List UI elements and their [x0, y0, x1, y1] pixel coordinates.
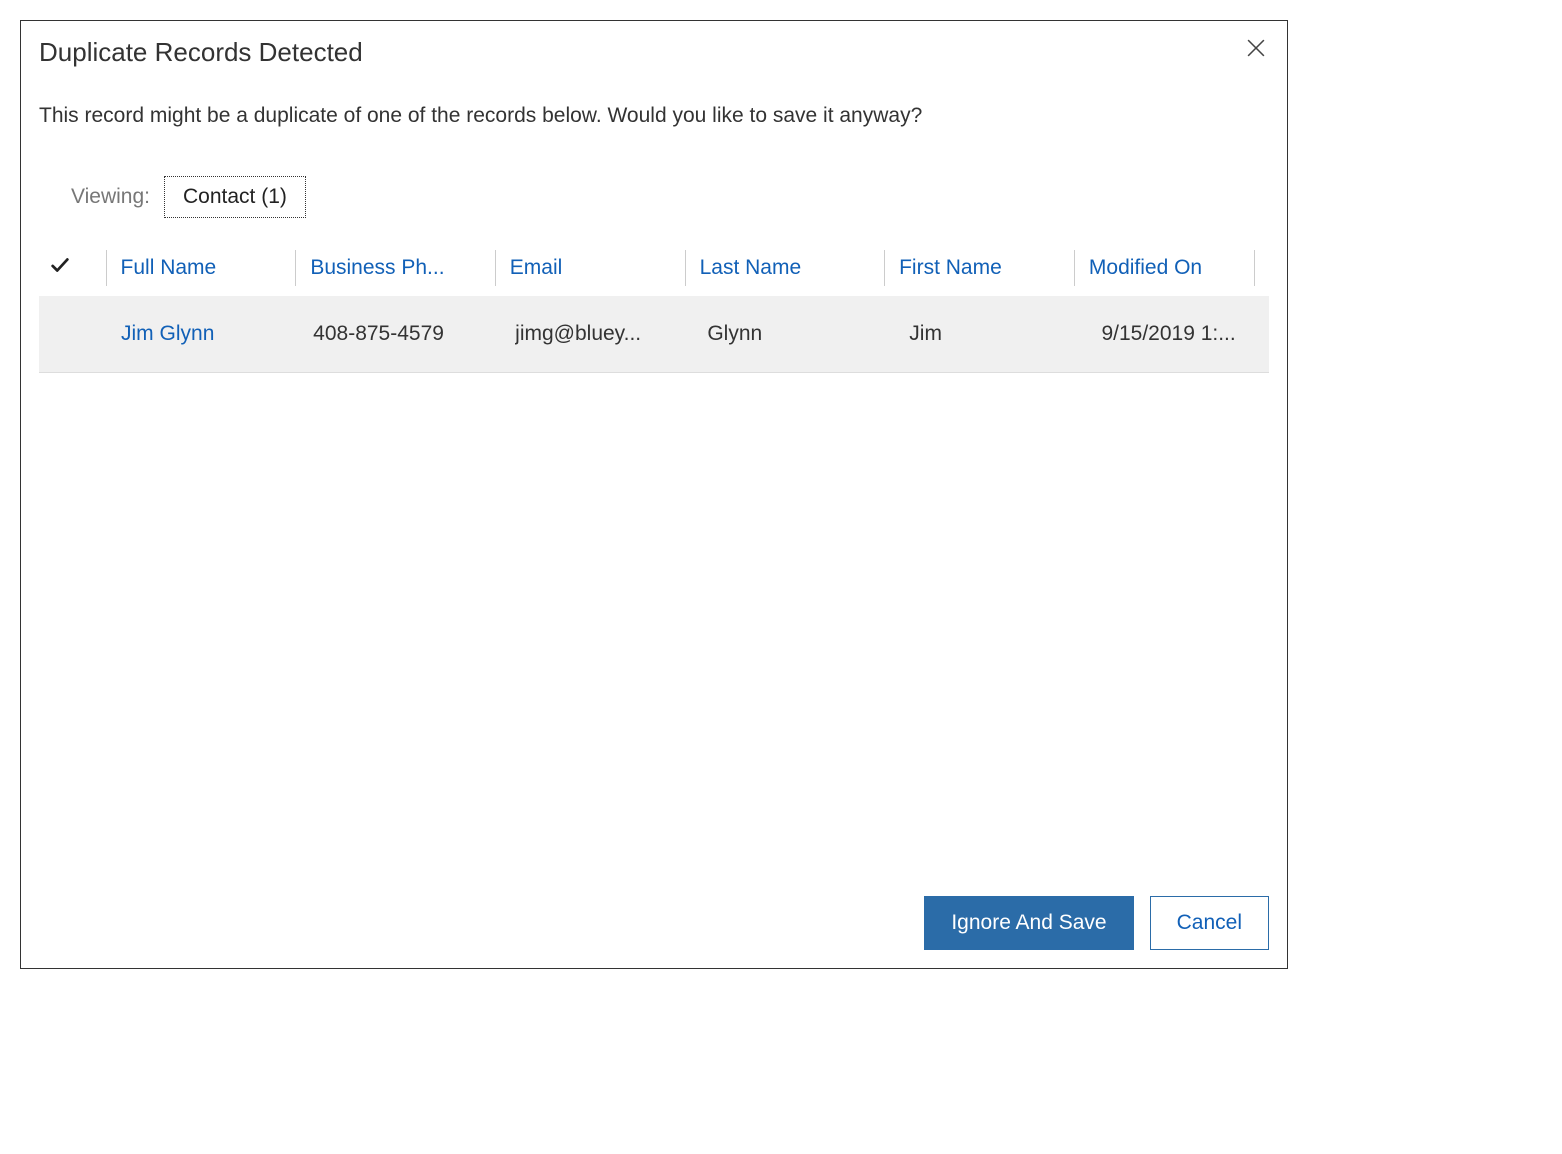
column-separator [495, 250, 496, 286]
column-separator [884, 250, 885, 286]
column-separator [106, 250, 107, 286]
cell-firstname: Jim [909, 322, 1086, 346]
cell-modified-on: 9/15/2019 1:... [1101, 322, 1269, 346]
ignore-and-save-button[interactable]: Ignore And Save [924, 896, 1133, 950]
dialog-content: Viewing: Contact (1) Full Name Business … [21, 128, 1287, 896]
cell-email: jimg@bluey... [515, 322, 692, 346]
duplicates-table: Full Name Business Ph... Email Last Name… [39, 240, 1269, 373]
viewing-row: Viewing: Contact (1) [39, 176, 1269, 218]
dialog-title: Duplicate Records Detected [39, 37, 363, 68]
viewing-label: Viewing: [71, 185, 150, 209]
close-icon [1247, 39, 1265, 62]
cancel-button[interactable]: Cancel [1150, 896, 1269, 950]
column-header-fullname[interactable]: Full Name [121, 256, 296, 280]
column-header-firstname[interactable]: First Name [899, 256, 1074, 280]
column-separator [1074, 250, 1075, 286]
entity-type-selector[interactable]: Contact (1) [164, 176, 306, 218]
dialog-message: This record might be a duplicate of one … [21, 68, 1287, 128]
column-header-lastname[interactable]: Last Name [700, 256, 885, 280]
column-separator [685, 250, 686, 286]
column-header-business-phone[interactable]: Business Ph... [310, 256, 495, 280]
close-button[interactable] [1243, 37, 1269, 63]
column-header-select[interactable] [39, 254, 106, 282]
column-separator [1254, 250, 1255, 286]
dialog-footer: Ignore And Save Cancel [21, 896, 1287, 968]
cell-business-phone: 408-875-4579 [313, 322, 500, 346]
cell-fullname[interactable]: Jim Glynn [121, 322, 298, 346]
table-header-row: Full Name Business Ph... Email Last Name… [39, 240, 1269, 296]
dialog-header: Duplicate Records Detected [21, 21, 1287, 68]
checkmark-icon [49, 254, 71, 282]
column-header-modified-on[interactable]: Modified On [1089, 256, 1254, 280]
duplicate-records-dialog: Duplicate Records Detected This record m… [20, 20, 1288, 969]
cell-lastname: Glynn [707, 322, 894, 346]
table-row[interactable]: Jim Glynn 408-875-4579 jimg@bluey... Gly… [39, 296, 1269, 372]
column-header-email[interactable]: Email [510, 256, 685, 280]
column-separator [295, 250, 296, 286]
